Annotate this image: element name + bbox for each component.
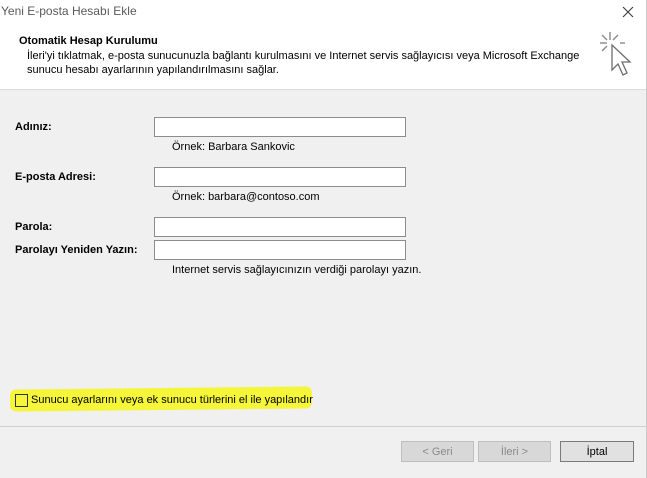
back-button[interactable]: < Geri bbox=[401, 441, 474, 462]
window-title: Yeni E-posta Hesabı Ekle bbox=[1, 4, 137, 18]
password-confirm-input[interactable] bbox=[154, 240, 406, 260]
name-label: Adınız: bbox=[15, 121, 52, 133]
email-hint: Örnek: barbara@contoso.com bbox=[172, 191, 320, 203]
footer-divider bbox=[0, 426, 646, 427]
wizard-cursor-icon bbox=[600, 32, 632, 76]
manual-setup-label: Sunucu ayarlarını veya ek sunucu türleri… bbox=[31, 394, 313, 406]
form-area: Adınız: Örnek: Barbara Sankovic E-posta … bbox=[0, 91, 646, 424]
close-icon bbox=[622, 6, 634, 18]
password-hint: Internet servis sağlayıcınızın verdiği p… bbox=[172, 264, 422, 276]
password-input[interactable] bbox=[154, 217, 406, 237]
wizard-header: Otomatik Hesap Kurulumu İleri'yi tıklatm… bbox=[0, 24, 646, 90]
name-input[interactable] bbox=[154, 117, 406, 137]
cancel-button[interactable]: İptal bbox=[560, 441, 634, 462]
header-description: İleri'yi tıklatmak, e-posta sunucunuzla … bbox=[27, 50, 580, 76]
close-button[interactable] bbox=[610, 0, 646, 24]
manual-setup-option[interactable]: Sunucu ayarlarını veya ek sunucu türleri… bbox=[15, 391, 313, 409]
next-button[interactable]: İleri > bbox=[478, 441, 551, 462]
name-hint: Örnek: Barbara Sankovic bbox=[172, 141, 295, 153]
email-label: E-posta Adresi: bbox=[15, 171, 96, 183]
email-input[interactable] bbox=[154, 167, 406, 187]
header-title: Otomatik Hesap Kurulumu bbox=[19, 35, 158, 47]
manual-setup-checkbox[interactable] bbox=[15, 393, 28, 407]
password-label: Parola: bbox=[15, 221, 53, 233]
title-bar: Yeni E-posta Hesabı Ekle bbox=[0, 0, 646, 24]
add-account-dialog: Yeni E-posta Hesabı Ekle Otomatik Hesap … bbox=[0, 0, 647, 478]
password-confirm-label: Parolayı Yeniden Yazın: bbox=[15, 244, 138, 256]
